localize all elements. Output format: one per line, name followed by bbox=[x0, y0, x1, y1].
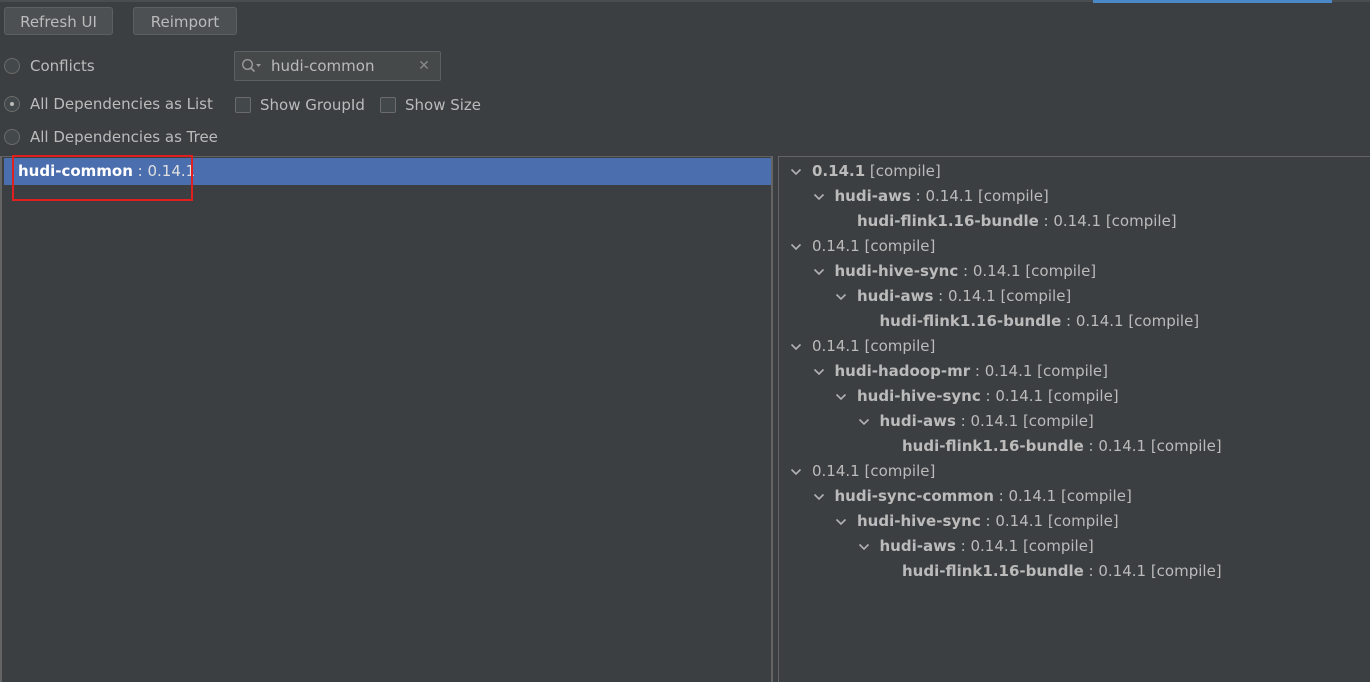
tree-node-detail: : 0.14.1 [compile] bbox=[955, 412, 1094, 430]
tree-node[interactable]: hudi-flink1.16-bundle : 0.14.1 [compile] bbox=[779, 559, 1369, 584]
conflicts-option[interactable]: Conflicts bbox=[4, 55, 95, 77]
tree-node-name: hudi-aws bbox=[834, 187, 911, 205]
search-field[interactable]: hudi-common ✕ bbox=[234, 51, 441, 81]
tree-node[interactable]: hudi-hive-sync : 0.14.1 [compile] bbox=[779, 384, 1369, 409]
tree-node-name: 0.14.1 bbox=[812, 337, 860, 355]
tree-node-name: hudi-aws bbox=[857, 287, 934, 305]
tree-node-name: 0.14.1 bbox=[812, 462, 860, 480]
tree-node[interactable]: hudi-aws : 0.14.1 [compile] bbox=[779, 284, 1369, 309]
chevron-down-icon[interactable] bbox=[812, 359, 826, 384]
tree-node-detail: [compile] bbox=[865, 162, 941, 180]
clear-search-icon[interactable]: ✕ bbox=[414, 58, 434, 74]
tree-node-detail: : 0.14.1 [compile] bbox=[910, 187, 1049, 205]
show-groupid-label: Show GroupId bbox=[260, 96, 365, 114]
chevron-down-icon[interactable] bbox=[834, 284, 848, 309]
tree-node-detail: : 0.14.1 [compile] bbox=[993, 487, 1132, 505]
tree-node-detail: : 0.14.1 [compile] bbox=[1038, 212, 1177, 230]
tree-node-detail: : 0.14.1 [compile] bbox=[933, 287, 1072, 305]
conflicts-label: Conflicts bbox=[30, 57, 95, 75]
tree-node-detail: [compile] bbox=[859, 337, 936, 355]
list-option[interactable]: All Dependencies as List bbox=[4, 93, 213, 115]
tree-node-name: hudi-aws bbox=[879, 537, 956, 555]
dependency-list[interactable]: hudi-common : 0.14.1 bbox=[0, 156, 773, 682]
tree-node-detail: [compile] bbox=[859, 237, 936, 255]
tree-node-detail: : 0.14.1 [compile] bbox=[955, 537, 1094, 555]
tree-node-name: hudi-flink1.16-bundle bbox=[857, 212, 1039, 230]
tree-node[interactable]: hudi-hadoop-mr : 0.14.1 [compile] bbox=[779, 359, 1369, 384]
tree-node-name: 0.14.1 bbox=[812, 162, 866, 180]
tree-node-name: 0.14.1 bbox=[812, 237, 860, 255]
tree-node[interactable]: hudi-flink1.16-bundle : 0.14.1 [compile] bbox=[779, 209, 1369, 234]
chevron-down-icon[interactable] bbox=[834, 384, 848, 409]
tree-node[interactable]: 0.14.1 [compile] bbox=[779, 334, 1369, 359]
search-input[interactable]: hudi-common bbox=[271, 57, 414, 75]
show-size-option[interactable]: Show Size bbox=[380, 94, 481, 116]
refresh-ui-button[interactable]: Refresh UI bbox=[4, 7, 113, 35]
tree-node-detail: : 0.14.1 [compile] bbox=[980, 512, 1119, 530]
conflicts-radio[interactable] bbox=[4, 58, 20, 74]
tree-node[interactable]: hudi-sync-common : 0.14.1 [compile] bbox=[779, 484, 1369, 509]
highlight-annotation-box bbox=[12, 155, 193, 201]
tree-node-name: hudi-hive-sync bbox=[857, 387, 981, 405]
chevron-down-icon[interactable] bbox=[789, 334, 803, 359]
tree-node-name: hudi-sync-common bbox=[834, 487, 994, 505]
show-groupid-option[interactable]: Show GroupId bbox=[235, 94, 365, 116]
chevron-down-icon[interactable] bbox=[834, 509, 848, 534]
active-tab-indicator bbox=[1093, 0, 1332, 3]
tree-node-name: hudi-flink1.16-bundle bbox=[879, 312, 1062, 330]
tree-node-detail: : 0.14.1 [compile] bbox=[1083, 437, 1222, 455]
tree-node-detail: : 0.14.1 [compile] bbox=[1061, 312, 1200, 330]
chevron-down-icon[interactable] bbox=[789, 159, 803, 184]
tree-option[interactable]: All Dependencies as Tree bbox=[4, 126, 218, 148]
chevron-down-icon[interactable] bbox=[857, 534, 871, 559]
chevron-down-icon[interactable] bbox=[812, 184, 826, 209]
chevron-down-icon[interactable] bbox=[857, 409, 871, 434]
list-radio[interactable] bbox=[4, 96, 20, 112]
tree-node-detail: : 0.14.1 [compile] bbox=[958, 262, 1097, 280]
show-groupid-checkbox[interactable] bbox=[235, 97, 251, 113]
tree-node[interactable]: 0.14.1 [compile] bbox=[779, 234, 1369, 259]
show-size-label: Show Size bbox=[405, 96, 482, 114]
tree-label: All Dependencies as Tree bbox=[30, 128, 218, 146]
reimport-button[interactable]: Reimport bbox=[133, 7, 237, 35]
tree-node-detail: : 0.14.1 [compile] bbox=[970, 362, 1109, 380]
chevron-down-icon[interactable] bbox=[812, 484, 826, 509]
show-size-checkbox[interactable] bbox=[380, 97, 396, 113]
tree-radio[interactable] bbox=[4, 129, 20, 145]
tree-node[interactable]: hudi-aws : 0.14.1 [compile] bbox=[779, 534, 1369, 559]
tree-node[interactable]: hudi-flink1.16-bundle : 0.14.1 [compile] bbox=[779, 434, 1369, 459]
tree-node[interactable]: hudi-flink1.16-bundle : 0.14.1 [compile] bbox=[779, 309, 1369, 334]
tree-node-name: hudi-hive-sync bbox=[834, 262, 959, 280]
tree-node-name: hudi-flink1.16-bundle bbox=[902, 437, 1084, 455]
tree-node[interactable]: hudi-hive-sync : 0.14.1 [compile] bbox=[779, 259, 1369, 284]
search-icon[interactable] bbox=[241, 58, 263, 74]
tree-node-name: hudi-hive-sync bbox=[857, 512, 981, 530]
tree-node-name: hudi-flink1.16-bundle bbox=[902, 562, 1084, 580]
tree-node-detail: : 0.14.1 [compile] bbox=[980, 387, 1119, 405]
tree-node-name: hudi-aws bbox=[879, 412, 956, 430]
tree-node[interactable]: hudi-aws : 0.14.1 [compile] bbox=[779, 409, 1369, 434]
tree-node[interactable]: 0.14.1 [compile] bbox=[779, 459, 1369, 484]
chevron-down-icon[interactable] bbox=[789, 459, 803, 484]
tree-node-name: hudi-hadoop-mr bbox=[834, 362, 971, 380]
tree-node[interactable]: 0.14.1 [compile] bbox=[779, 159, 1369, 184]
tree-node-detail: : 0.14.1 [compile] bbox=[1083, 562, 1222, 580]
tree-node[interactable]: hudi-hive-sync : 0.14.1 [compile] bbox=[779, 509, 1369, 534]
tree-node[interactable]: hudi-aws : 0.14.1 [compile] bbox=[779, 184, 1369, 209]
chevron-down-icon[interactable] bbox=[789, 234, 803, 259]
dependency-tree[interactable]: 0.14.1 [compile] hudi-aws : 0.14.1 [compi… bbox=[778, 156, 1370, 682]
chevron-down-icon[interactable] bbox=[812, 259, 826, 284]
tree-node-detail: [compile] bbox=[859, 462, 936, 480]
list-label: All Dependencies as List bbox=[30, 95, 213, 113]
